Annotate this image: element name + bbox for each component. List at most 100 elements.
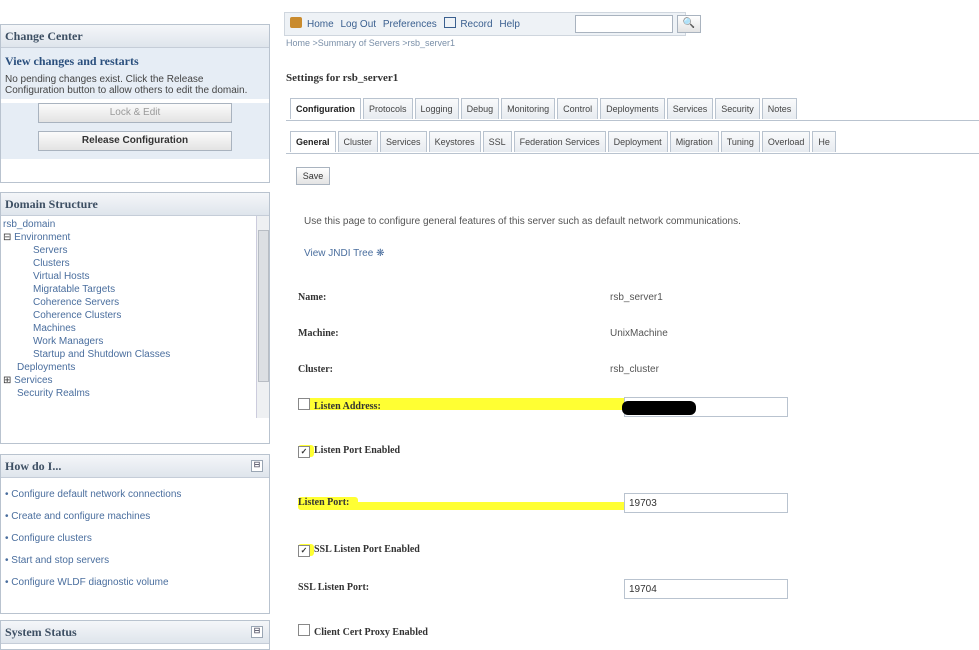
- tab-notes[interactable]: Notes: [761, 98, 798, 119]
- tree-item-coherence-clusters[interactable]: Coherence Clusters: [3, 309, 269, 322]
- intro-text: Use this page to configure general featu…: [304, 216, 741, 227]
- client-cert-label: Client Cert Proxy Enabled: [298, 624, 428, 638]
- highlight-mark: [298, 502, 678, 510]
- help-link[interactable]: Help: [499, 19, 520, 30]
- tab-general[interactable]: General: [290, 131, 336, 152]
- domain-tree: rsb_domain ⊟ Environment Servers Cluster…: [1, 216, 269, 418]
- ssl-listen-port-enabled-checkbox[interactable]: ✓: [298, 545, 310, 557]
- expand-icon[interactable]: ⊟: [3, 232, 11, 243]
- cluster-label: Cluster:: [298, 364, 333, 375]
- search-icon[interactable]: 🔍: [677, 15, 701, 33]
- howto-link[interactable]: Create and configure machines: [5, 506, 265, 528]
- top-toolbar: Home Log Out Preferences Record Help 🔍: [284, 12, 701, 36]
- name-value: rsb_server1: [610, 292, 663, 303]
- change-center-text: No pending changes exist. Click the Rele…: [1, 71, 269, 99]
- how-do-i-title: How do I... ⊟: [1, 455, 269, 478]
- change-center-panel: Change Center View changes and restarts …: [0, 24, 270, 183]
- tree-scrollbar[interactable]: [256, 216, 269, 418]
- lock-edit-button[interactable]: Lock & Edit: [38, 103, 232, 123]
- page-title: Settings for rsb_server1: [286, 72, 399, 84]
- expand-icon[interactable]: ⊞: [3, 375, 11, 386]
- system-status-title: System Status ⊟: [1, 621, 269, 644]
- listen-port-label: Listen Port:: [298, 497, 350, 508]
- howto-link[interactable]: Start and stop servers: [5, 550, 265, 572]
- tree-item-virtual-hosts[interactable]: Virtual Hosts: [3, 270, 269, 283]
- cluster-value: rsb_cluster: [610, 364, 659, 375]
- tab-divider: [286, 153, 979, 154]
- minimize-icon[interactable]: ⊟: [251, 460, 263, 472]
- howto-link[interactable]: Configure clusters: [5, 528, 265, 550]
- domain-structure-title: Domain Structure: [1, 193, 269, 216]
- how-do-i-panel: How do I...⊟ Configure default network c…: [0, 454, 270, 614]
- tab-protocols[interactable]: Protocols: [363, 98, 413, 119]
- ssl-listen-port-enabled-label: ✓ SSL Listen Port Enabled: [298, 544, 420, 557]
- tree-item-work-managers[interactable]: Work Managers: [3, 335, 269, 348]
- ssl-listen-port-label: SSL Listen Port:: [298, 582, 370, 593]
- name-label: Name:: [298, 292, 327, 303]
- tree-item-servers[interactable]: Servers: [3, 244, 269, 257]
- tab-health[interactable]: He: [812, 131, 836, 152]
- tab-control[interactable]: Control: [557, 98, 599, 119]
- tree-item-migratable-targets[interactable]: Migratable Targets: [3, 283, 269, 296]
- tree-environment[interactable]: Environment: [14, 232, 70, 243]
- tab-migration[interactable]: Migration: [669, 131, 719, 152]
- main-content: Home Log Out Preferences Record Help 🔍 H…: [284, 0, 979, 638]
- tab-divider: [286, 120, 979, 121]
- tree-deployments[interactable]: Deployments: [3, 361, 269, 374]
- machine-value: UnixMachine: [610, 328, 668, 339]
- tree-item-coherence-servers[interactable]: Coherence Servers: [3, 296, 269, 309]
- tree-item-clusters[interactable]: Clusters: [3, 257, 269, 270]
- record-link[interactable]: Record: [460, 19, 492, 30]
- jndi-icon: ❋: [376, 248, 385, 259]
- jndi-tree-link[interactable]: View JNDI Tree ❋: [304, 248, 384, 259]
- tree-security-realms[interactable]: Security Realms: [3, 387, 269, 400]
- howto-link[interactable]: Configure WLDF diagnostic volume: [5, 572, 265, 594]
- client-cert-checkbox[interactable]: [298, 624, 310, 636]
- tab-federation-services[interactable]: Federation Services: [513, 131, 606, 152]
- tree-item-machines[interactable]: Machines: [3, 322, 269, 335]
- tab-monitoring[interactable]: Monitoring: [501, 98, 556, 119]
- left-sidebar: Change Center View changes and restarts …: [0, 0, 272, 650]
- preferences-link[interactable]: Preferences: [383, 19, 437, 30]
- tab-logging[interactable]: Logging: [414, 98, 459, 119]
- tree-item-startup-shutdown[interactable]: Startup and Shutdown Classes: [3, 348, 269, 361]
- tab-tuning[interactable]: Tuning: [720, 131, 760, 152]
- domain-structure-panel: Domain Structure rsb_domain ⊟ Environmen…: [0, 192, 270, 444]
- tab-security[interactable]: Security: [715, 98, 760, 119]
- breadcrumb[interactable]: Home >Summary of Servers >rsb_server1: [286, 38, 455, 48]
- logout-link[interactable]: Log Out: [340, 19, 376, 30]
- tab-ssl[interactable]: SSL: [482, 131, 512, 152]
- tab-deployment[interactable]: Deployment: [607, 131, 668, 152]
- home-link[interactable]: Home: [307, 19, 334, 30]
- ssl-listen-port-input[interactable]: 19704: [624, 579, 788, 599]
- tab-keystores[interactable]: Keystores: [428, 131, 481, 152]
- tree-services[interactable]: Services: [14, 375, 52, 386]
- minimize-icon[interactable]: ⊟: [251, 626, 263, 638]
- save-button[interactable]: Save: [296, 167, 330, 185]
- tab-deployments[interactable]: Deployments: [600, 98, 665, 119]
- home-icon: [290, 17, 302, 28]
- listen-address-label: Listen Address:: [298, 398, 381, 412]
- how-do-i-list: Configure default network connections Cr…: [1, 478, 269, 600]
- tab-services[interactable]: Services: [380, 131, 427, 152]
- tab-overload[interactable]: Overload: [761, 131, 811, 152]
- tree-root[interactable]: rsb_domain: [3, 218, 269, 231]
- machine-label: Machine:: [298, 328, 339, 339]
- view-changes-link[interactable]: View changes and restarts: [1, 48, 269, 71]
- tab-cluster[interactable]: Cluster: [337, 131, 379, 152]
- search-input[interactable]: [575, 15, 673, 33]
- tab-services[interactable]: Services: [666, 98, 714, 119]
- release-configuration-button[interactable]: Release Configuration: [38, 131, 232, 151]
- howto-link[interactable]: Configure default network connections: [5, 484, 265, 506]
- tab-configuration[interactable]: Configuration: [290, 98, 361, 119]
- system-status-panel: System Status ⊟: [0, 620, 270, 650]
- listen-address-checkbox[interactable]: [298, 398, 310, 410]
- listen-port-enabled-checkbox[interactable]: ✓: [298, 446, 310, 458]
- listen-port-input[interactable]: 19703: [624, 493, 788, 513]
- top-nav: Home Log Out Preferences Record Help: [307, 17, 524, 30]
- primary-tabs: Configuration Protocols Logging Debug Mo…: [290, 98, 799, 120]
- change-center-title: Change Center: [1, 25, 269, 48]
- listen-port-enabled-label: ✓ Listen Port Enabled: [298, 445, 400, 458]
- record-icon[interactable]: [443, 17, 456, 28]
- tab-debug[interactable]: Debug: [460, 98, 500, 119]
